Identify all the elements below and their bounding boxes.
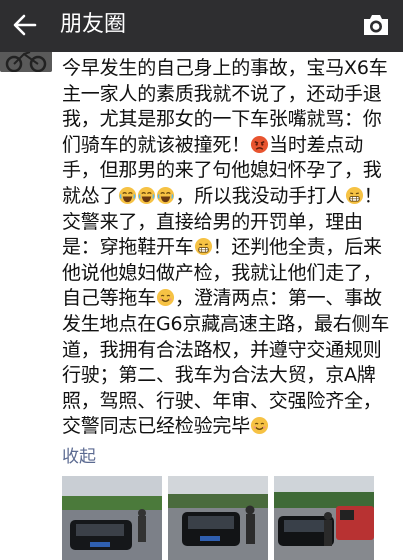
post-text-segment: ，澄清两点：第一、事故发生地点在G6京藏高速主路，最右侧车道，我拥有合法路权，并…	[62, 287, 390, 438]
grimace-icon	[194, 237, 213, 256]
moments-post: 今早发生的自己身上的事故，宝马X6车主一家人的素质我就不说了，还动手退我，尤其是…	[0, 52, 403, 560]
smiling-face-icon	[156, 288, 175, 307]
top-bar: 朋友圈	[0, 0, 403, 52]
photo-grid	[62, 476, 402, 560]
smiling-face-icon	[250, 416, 269, 435]
post-text-segment: ，所以我没动手打人	[175, 184, 345, 207]
angry-face-icon	[250, 135, 269, 154]
back-arrow-icon[interactable]	[10, 10, 40, 40]
grimace-icon	[345, 186, 364, 205]
photo-thumbnail[interactable]	[274, 476, 374, 560]
page-title: 朋友圈	[60, 12, 127, 37]
photo-thumbnail[interactable]	[168, 476, 268, 560]
tears-of-joy-icon	[156, 186, 175, 205]
camera-icon[interactable]	[361, 12, 391, 38]
collapse-link[interactable]: 收起	[62, 442, 96, 467]
post-text: 今早发生的自己身上的事故，宝马X6车主一家人的素质我就不说了，还动手退我，尤其是…	[62, 56, 400, 440]
tears-of-joy-icon	[118, 186, 137, 205]
tears-of-joy-icon	[137, 186, 156, 205]
avatar[interactable]	[0, 52, 52, 72]
photo-thumbnail[interactable]	[62, 476, 162, 560]
